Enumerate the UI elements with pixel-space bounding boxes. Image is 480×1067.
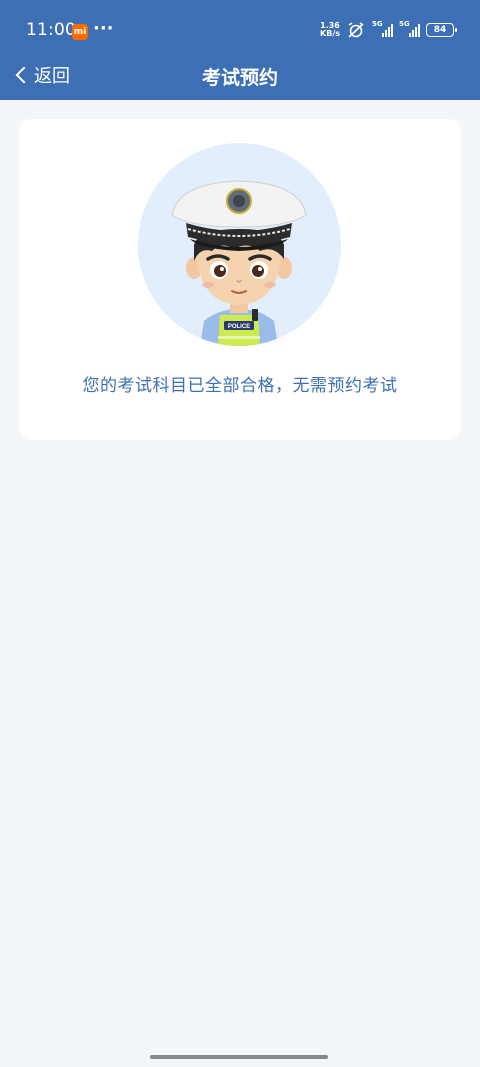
network-speed: 1.36 KB/s xyxy=(320,22,340,38)
app-header: 11:00 mi ··· 1.36 KB/s 5G 5G 84 返回 考试预约 xyxy=(0,0,480,100)
page-title: 考试预约 xyxy=(201,67,278,89)
exam-status-card: POLICE 您的考试科目已全部合格，无需预约考试 xyxy=(19,119,461,440)
status-bar: 11:00 mi ··· 1.36 KB/s 5G 5G 84 xyxy=(0,0,480,60)
nav-bar: 返回 考试预约 xyxy=(0,55,480,95)
battery-icon: 84 xyxy=(426,23,457,37)
signal-2-tag: 5G xyxy=(399,20,410,28)
more-notifications-icon: ··· xyxy=(93,18,114,39)
status-message: 您的考试科目已全部合格，无需预约考试 xyxy=(82,376,398,396)
police-officer-avatar-icon: POLICE xyxy=(138,143,341,346)
home-indicator[interactable] xyxy=(150,1055,328,1059)
signal-1-tag: 5G xyxy=(372,20,383,28)
status-time: 11:00 xyxy=(26,20,76,40)
status-right: 1.36 KB/s 5G 5G 84 xyxy=(320,20,457,40)
alarm-off-icon xyxy=(348,22,364,38)
signal-icon: 5G xyxy=(399,20,420,37)
signal-icon: 5G xyxy=(372,20,393,37)
mi-app-icon: mi xyxy=(72,24,88,40)
police-badge-text: POLICE xyxy=(228,324,250,330)
battery-level: 84 xyxy=(433,25,447,35)
network-speed-unit: KB/s xyxy=(320,29,340,38)
